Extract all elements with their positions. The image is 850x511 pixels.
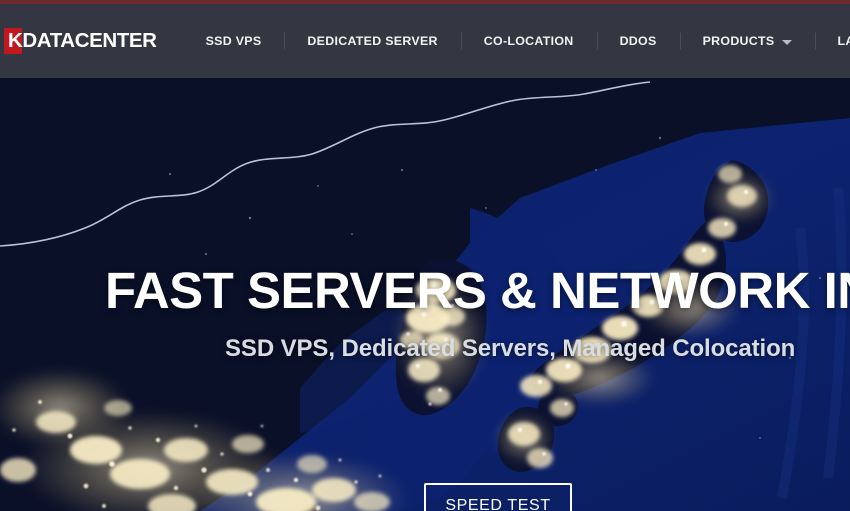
site-logo[interactable]: KDATACENTER <box>0 28 157 54</box>
nav-item-label: DEDICATED SERVER <box>307 34 438 48</box>
nav-item-dedicated-server[interactable]: DEDICATED SERVER <box>284 23 460 59</box>
hero-subtitle: SSD VPS, Dedicated Servers, Managed Colo… <box>225 335 796 362</box>
nav-item-label: PRODUCTS <box>702 34 775 48</box>
nav-item-co-location[interactable]: CO-LOCATION <box>461 23 597 59</box>
hero-content: FAST SERVERS & NETWORK IN ASIA SSD VPS, … <box>0 78 850 511</box>
main-navigation: KDATACENTER SSD VPS DEDICATED SERVER CO-… <box>0 4 850 78</box>
nav-item-label: CO-LOCATION <box>483 34 574 48</box>
hero-title: FAST SERVERS & NETWORK IN ASIA <box>105 262 850 319</box>
nav-item-label: DDOS <box>619 34 657 48</box>
hero-section: FAST SERVERS & NETWORK IN ASIA SSD VPS, … <box>0 78 850 511</box>
nav-item-ssd-vps[interactable]: SSD VPS <box>183 23 285 59</box>
nav-item-label: SSD VPS <box>205 34 262 48</box>
chevron-down-icon <box>781 39 792 45</box>
nav-item-products[interactable]: PRODUCTS <box>680 23 815 59</box>
page-root: KDATACENTER SSD VPS DEDICATED SERVER CO-… <box>0 0 850 511</box>
nav-item-ddos[interactable]: DDOS <box>597 23 680 59</box>
logo-text: KDATACENTER <box>8 29 157 52</box>
speed-test-button-label: SPEED TEST <box>445 496 551 511</box>
nav-item-label: LANGUAGE <box>837 34 850 48</box>
nav-item-list: SSD VPS DEDICATED SERVER CO-LOCATION DDO… <box>183 4 850 78</box>
nav-item-language[interactable]: LANGUAGE <box>815 23 850 59</box>
speed-test-button[interactable]: SPEED TEST <box>424 483 572 511</box>
